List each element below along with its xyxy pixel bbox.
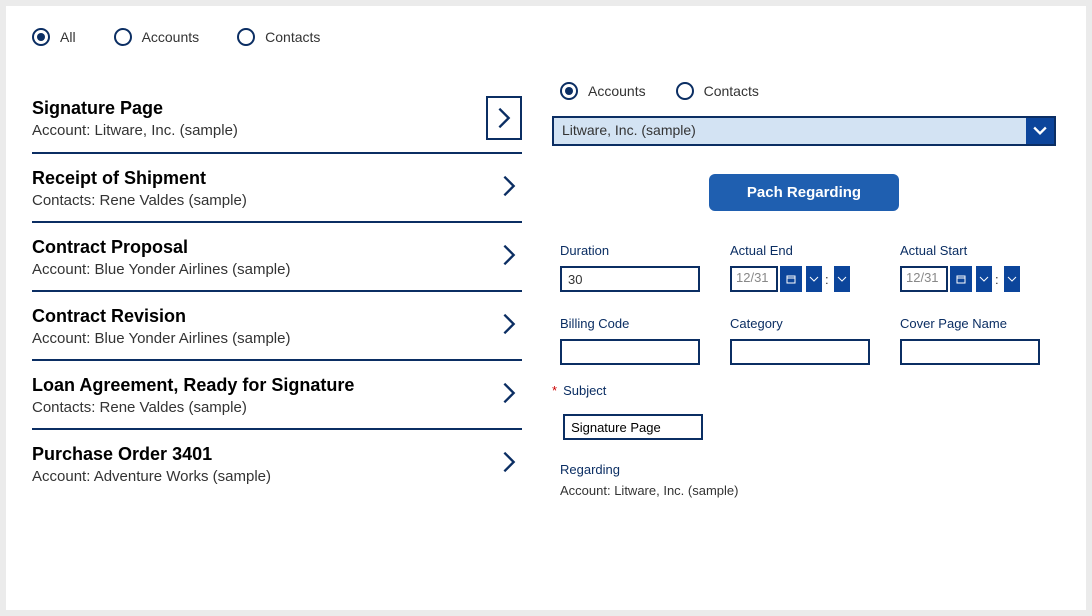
list-item-title: Loan Agreement, Ready for Signature xyxy=(32,375,502,396)
actual-end-input[interactable]: 12/31 xyxy=(730,266,778,292)
list-item-title: Signature Page xyxy=(32,98,486,119)
actual-end-field: Actual End 12/31 : xyxy=(730,243,870,292)
filter-contacts-radio[interactable]: Contacts xyxy=(237,28,320,46)
right-accounts-label: Accounts xyxy=(588,83,646,99)
regarding-block: Regarding Account: Litware, Inc. (sample… xyxy=(552,462,1056,498)
chevron-right-icon xyxy=(502,243,522,272)
radio-icon xyxy=(560,82,578,100)
filter-all-radio[interactable]: All xyxy=(32,28,76,46)
subject-row: * Subject xyxy=(552,383,1056,440)
actual-end-label: Actual End xyxy=(730,243,870,258)
cover-page-field: Cover Page Name xyxy=(900,316,1040,365)
chevron-right-icon xyxy=(502,381,522,410)
filter-accounts-radio[interactable]: Accounts xyxy=(114,28,200,46)
list-item-sub: Contacts: Rene Valdes (sample) xyxy=(32,399,502,416)
list-item-title: Purchase Order 3401 xyxy=(32,444,502,465)
list-item-sub: Account: Blue Yonder Airlines (sample) xyxy=(32,330,502,347)
radio-icon xyxy=(114,28,132,46)
subject-label: Subject xyxy=(563,383,703,398)
billing-code-field: Billing Code xyxy=(560,316,700,365)
billing-code-label: Billing Code xyxy=(560,316,700,331)
actual-start-label: Actual Start xyxy=(900,243,1040,258)
required-star-icon: * xyxy=(552,383,557,398)
pach-regarding-button[interactable]: Pach Regarding xyxy=(709,174,899,211)
two-column-layout: Signature Page Account: Litware, Inc. (s… xyxy=(32,82,1066,498)
regarding-label: Regarding xyxy=(560,462,1056,477)
dropdown-value: Litware, Inc. (sample) xyxy=(554,118,1026,144)
actual-start-input[interactable]: 12/31 xyxy=(900,266,948,292)
filter-accounts-label: Accounts xyxy=(142,29,200,45)
time-separator: : xyxy=(994,272,1000,287)
list-item[interactable]: Receipt of Shipment Contacts: Rene Valde… xyxy=(32,154,522,223)
radio-icon xyxy=(32,28,50,46)
chevron-right-icon xyxy=(502,312,522,341)
time-separator: : xyxy=(824,272,830,287)
filter-all-label: All xyxy=(60,29,76,45)
chevron-down-icon[interactable] xyxy=(1002,266,1020,292)
account-dropdown[interactable]: Litware, Inc. (sample) xyxy=(552,116,1056,146)
right-contacts-label: Contacts xyxy=(704,83,759,99)
right-filter-row: Accounts Contacts xyxy=(552,82,1056,100)
subject-input[interactable] xyxy=(563,414,703,440)
duration-label: Duration xyxy=(560,243,700,258)
cover-page-input[interactable] xyxy=(900,339,1040,365)
top-filter-row: All Accounts Contacts xyxy=(32,28,1066,46)
list-item-title: Contract Proposal xyxy=(32,237,502,258)
list-item-title: Contract Revision xyxy=(32,306,502,327)
chevron-down-icon[interactable] xyxy=(804,266,822,292)
list-item-sub: Contacts: Rene Valdes (sample) xyxy=(32,192,502,209)
list-item-sub: Account: Litware, Inc. (sample) xyxy=(32,122,486,139)
chevron-right-icon xyxy=(502,450,522,479)
chevron-down-icon[interactable] xyxy=(1026,118,1054,144)
category-field: Category xyxy=(730,316,870,365)
list-item-title: Receipt of Shipment xyxy=(32,168,502,189)
list-item[interactable]: Loan Agreement, Ready for Signature Cont… xyxy=(32,361,522,430)
list-item[interactable]: Contract Revision Account: Blue Yonder A… xyxy=(32,292,522,361)
calendar-icon[interactable] xyxy=(780,266,802,292)
radio-icon xyxy=(676,82,694,100)
right-accounts-radio[interactable]: Accounts xyxy=(560,82,646,100)
records-list: Signature Page Account: Litware, Inc. (s… xyxy=(32,82,522,498)
detail-panel: Accounts Contacts Litware, Inc. (sample)… xyxy=(552,82,1066,498)
chevron-down-icon[interactable] xyxy=(832,266,850,292)
chevron-right-icon xyxy=(502,174,522,203)
list-item[interactable]: Signature Page Account: Litware, Inc. (s… xyxy=(32,82,522,154)
right-contacts-radio[interactable]: Contacts xyxy=(676,82,759,100)
billing-code-input[interactable] xyxy=(560,339,700,365)
duration-input[interactable] xyxy=(560,266,700,292)
radio-icon xyxy=(237,28,255,46)
list-item[interactable]: Purchase Order 3401 Account: Adventure W… xyxy=(32,430,522,497)
filter-contacts-label: Contacts xyxy=(265,29,320,45)
category-input[interactable] xyxy=(730,339,870,365)
chevron-down-icon[interactable] xyxy=(974,266,992,292)
list-item-sub: Account: Adventure Works (sample) xyxy=(32,468,502,485)
form-grid: Duration Actual End 12/31 : Actual Start xyxy=(552,243,1056,365)
category-label: Category xyxy=(730,316,870,331)
calendar-icon[interactable] xyxy=(950,266,972,292)
list-item-sub: Account: Blue Yonder Airlines (sample) xyxy=(32,261,502,278)
chevron-right-icon[interactable] xyxy=(486,96,522,140)
app-window: All Accounts Contacts Signature Page Acc… xyxy=(6,6,1086,610)
actual-start-field: Actual Start 12/31 : xyxy=(900,243,1040,292)
regarding-value: Account: Litware, Inc. (sample) xyxy=(560,483,1056,498)
list-item[interactable]: Contract Proposal Account: Blue Yonder A… xyxy=(32,223,522,292)
duration-field: Duration xyxy=(560,243,700,292)
cover-page-label: Cover Page Name xyxy=(900,316,1040,331)
